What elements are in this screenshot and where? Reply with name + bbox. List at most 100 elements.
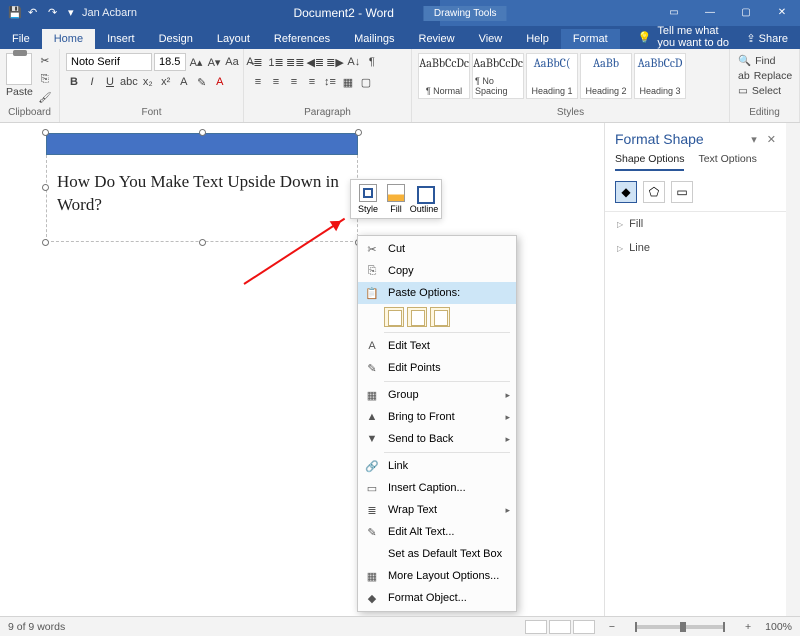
fill-line-icon[interactable]: ◆ [615, 181, 637, 203]
justify-icon[interactable]: ≡ [304, 73, 320, 91]
shrink-font-icon[interactable]: A▾ [206, 53, 222, 71]
resize-handle-bc[interactable] [199, 239, 206, 246]
style-gallery[interactable]: AaBbCcDc¶ Normal AaBbCcDc¶ No Spacing Aa… [418, 53, 723, 99]
ctx-edit-text[interactable]: AEdit Text [358, 335, 516, 357]
undo-icon[interactable]: ↶ [28, 6, 42, 20]
text-box-header[interactable] [46, 133, 358, 155]
pane-close-icon[interactable]: ✕ [767, 133, 776, 146]
text-box-body[interactable]: How Do You Make Text Upside Down in Word… [46, 155, 358, 242]
save-icon[interactable]: 💾 [8, 6, 22, 20]
ctx-edit-points[interactable]: ✎Edit Points [358, 357, 516, 379]
effects-icon[interactable]: ⬠ [643, 181, 665, 203]
web-layout-icon[interactable] [573, 620, 595, 634]
show-marks-icon[interactable]: ¶ [364, 53, 380, 71]
align-center-icon[interactable]: ≡ [268, 73, 284, 91]
ribbon-display-icon[interactable]: ▭ [656, 0, 692, 26]
ctx-bring-front[interactable]: ▲Bring to Front [358, 406, 516, 428]
replace-button[interactable]: abReplace [736, 69, 793, 83]
pane-section-line[interactable]: Line [605, 236, 786, 260]
tab-file[interactable]: File [0, 29, 42, 49]
font-size-input[interactable] [154, 53, 186, 71]
word-count[interactable]: 9 of 9 words [8, 621, 65, 633]
user-name[interactable]: Jan Acbarn [82, 7, 137, 19]
style-heading2[interactable]: AaBbHeading 2 [580, 53, 632, 99]
align-right-icon[interactable]: ≡ [286, 73, 302, 91]
zoom-out-icon[interactable]: − [609, 621, 615, 633]
ctx-insert-caption[interactable]: ▭Insert Caption... [358, 477, 516, 499]
pane-dropdown-icon[interactable]: ▾ [751, 133, 757, 146]
tab-review[interactable]: Review [407, 29, 467, 49]
bold-button[interactable]: B [66, 73, 82, 91]
increase-indent-icon[interactable]: ≣▶ [326, 53, 344, 71]
font-name-input[interactable] [66, 53, 152, 71]
underline-button[interactable]: U [102, 73, 118, 91]
document-area[interactable]: How Do You Make Text Upside Down in Word… [0, 123, 604, 616]
ctx-send-back[interactable]: ▼Send to Back [358, 428, 516, 450]
tab-view[interactable]: View [467, 29, 515, 49]
pane-tab-text-options[interactable]: Text Options [698, 153, 756, 171]
borders-icon[interactable]: ▢ [358, 73, 374, 91]
tab-design[interactable]: Design [147, 29, 205, 49]
ctx-cut[interactable]: ✂Cut [358, 238, 516, 260]
decrease-indent-icon[interactable]: ◀≣ [306, 53, 324, 71]
tab-help[interactable]: Help [514, 29, 561, 49]
ctx-more-layout[interactable]: ▦More Layout Options... [358, 565, 516, 587]
share-button[interactable]: ⇪ Share [734, 28, 800, 49]
align-left-icon[interactable]: ≡ [250, 73, 266, 91]
redo-icon[interactable]: ↷ [48, 6, 62, 20]
tab-home[interactable]: Home [42, 29, 95, 49]
cut-icon[interactable]: ✂ [37, 53, 53, 69]
format-painter-icon[interactable]: 🖌 [37, 89, 53, 105]
mini-outline-button[interactable]: Outline [411, 184, 437, 214]
zoom-level[interactable]: 100% [765, 621, 792, 633]
style-heading1[interactable]: AaBbC(Heading 1 [526, 53, 578, 99]
pane-tab-shape-options[interactable]: Shape Options [615, 153, 684, 171]
resize-handle-bl[interactable] [42, 239, 49, 246]
paste-keep-source-icon[interactable] [384, 307, 404, 327]
numbering-icon[interactable]: 1≣ [268, 53, 284, 71]
mini-fill-button[interactable]: Fill [383, 184, 409, 214]
multilevel-icon[interactable]: ≣≣ [286, 53, 304, 71]
grow-font-icon[interactable]: A▴ [188, 53, 204, 71]
ctx-format-object[interactable]: ◆Format Object... [358, 587, 516, 609]
tab-references[interactable]: References [262, 29, 342, 49]
text-effects-icon[interactable]: A [176, 73, 192, 91]
ctx-wrap-text[interactable]: ≣Wrap Text [358, 499, 516, 521]
bullets-icon[interactable]: ≣ [250, 53, 266, 71]
vertical-scrollbar[interactable] [786, 123, 800, 616]
style-heading3[interactable]: AaBbCcDHeading 3 [634, 53, 686, 99]
zoom-slider[interactable] [635, 625, 725, 629]
size-properties-icon[interactable]: ▭ [671, 181, 693, 203]
ctx-link[interactable]: 🔗Link [358, 455, 516, 477]
ctx-edit-alt[interactable]: ✎Edit Alt Text... [358, 521, 516, 543]
superscript-button[interactable]: x² [158, 73, 174, 91]
resize-handle-tr[interactable] [355, 129, 362, 136]
zoom-thumb[interactable] [680, 622, 686, 632]
italic-button[interactable]: I [84, 73, 100, 91]
paste-picture-icon[interactable] [407, 307, 427, 327]
paste-button[interactable]: Paste [6, 53, 33, 105]
style-no-spacing[interactable]: AaBbCcDc¶ No Spacing [472, 53, 524, 99]
maximize-icon[interactable]: ▢ [728, 0, 764, 26]
font-color-icon[interactable]: A [212, 73, 228, 91]
tell-me[interactable]: 💡 Tell me what you want to do [620, 25, 735, 49]
style-normal[interactable]: AaBbCcDc¶ Normal [418, 53, 470, 99]
tab-insert[interactable]: Insert [95, 29, 147, 49]
resize-handle-tl[interactable] [42, 129, 49, 136]
zoom-in-icon[interactable]: + [745, 621, 751, 633]
ctx-group[interactable]: ▦Group [358, 384, 516, 406]
ctx-copy[interactable]: ⎘Copy [358, 260, 516, 282]
subscript-button[interactable]: x₂ [140, 73, 156, 91]
read-mode-icon[interactable] [525, 620, 547, 634]
print-layout-icon[interactable] [549, 620, 571, 634]
ctx-default-textbox[interactable]: Set as Default Text Box [358, 543, 516, 565]
shading-icon[interactable]: ▦ [340, 73, 356, 91]
highlight-icon[interactable]: ✎ [194, 73, 210, 91]
tab-format[interactable]: Format [561, 29, 620, 49]
line-spacing-icon[interactable]: ↕≡ [322, 73, 338, 91]
close-icon[interactable]: ✕ [764, 0, 800, 26]
sort-icon[interactable]: A↓ [346, 53, 362, 71]
tab-layout[interactable]: Layout [205, 29, 262, 49]
paste-text-only-icon[interactable] [430, 307, 450, 327]
select-button[interactable]: ▭Select [736, 84, 793, 98]
